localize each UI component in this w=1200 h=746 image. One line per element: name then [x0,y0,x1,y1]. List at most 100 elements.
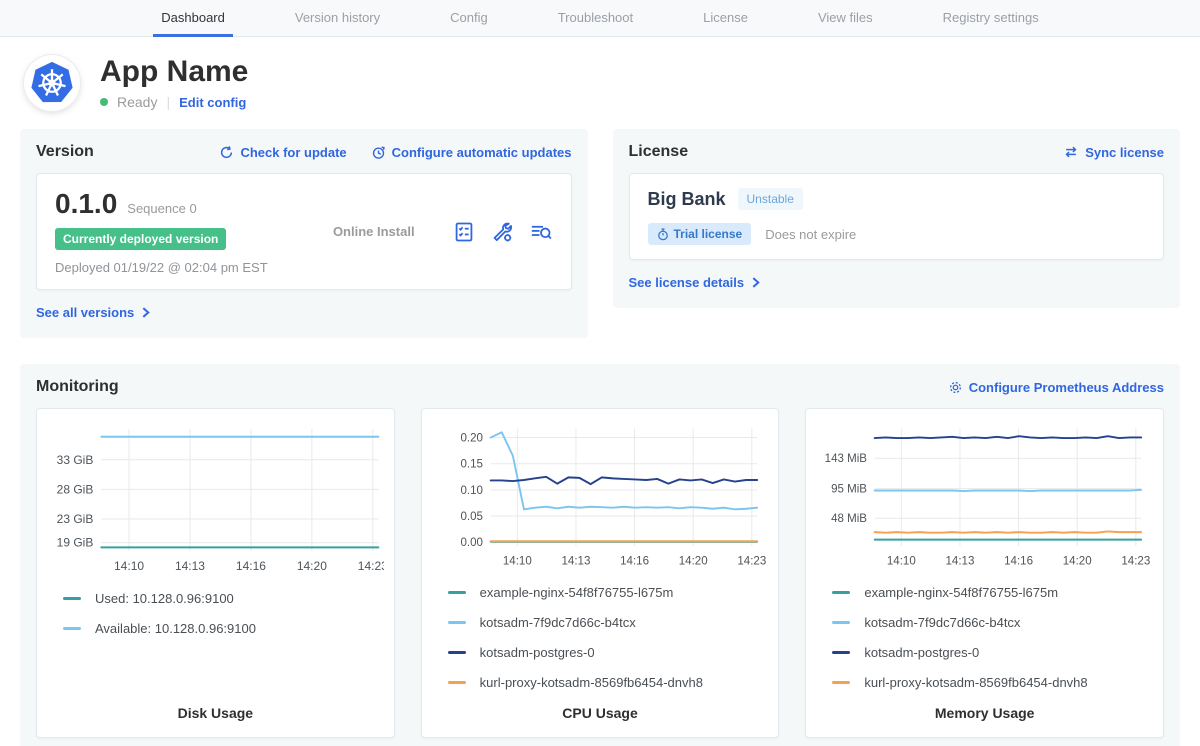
license-card: Big Bank Unstable Trial license Does not… [629,173,1165,260]
legend-item-kurl-proxy-kotsadm-8569fb6454-dnvh8: kurl-proxy-kotsadm-8569fb6454-dnvh8 [832,675,1153,690]
svg-text:14:23: 14:23 [737,555,766,567]
cpu-usage-chart: 14:1014:1314:1614:2014:230.200.150.100.0… [432,419,769,571]
sync-arrows-icon [1063,145,1079,159]
install-type-label: Online Install [295,224,453,239]
memory-usage-legend: example-nginx-54f8f76755-l675mkotsadm-7f… [816,585,1153,705]
edit-config-link[interactable]: Edit config [179,95,246,110]
page-title: App Name [100,56,248,88]
version-number: 0.1.0 [55,188,117,220]
memory-usage-chart-card: 14:10 14:13 14:16 14:20 14:23 143 MiB 95 MiB 48… [805,408,1164,738]
svg-text:14:23: 14:23 [358,559,384,573]
chart-title: Disk Usage [47,705,384,721]
current-version-card: 0.1.0 Sequence 0 Currently deployed vers… [36,173,572,290]
license-panel-title: License [629,143,689,161]
legend-item-available-10-128-0-96-9100: Available: 10.128.0.96:9100 [63,621,384,636]
check-for-update-link[interactable]: Check for update [219,145,346,160]
memory-usage-chart: 14:10 14:13 14:16 14:20 14:23 143 MiB 95 MiB 48… [816,419,1153,571]
chevron-right-icon [140,307,151,318]
legend-item-kurl-proxy-kotsadm-8569fb6454-dnvh8: kurl-proxy-kotsadm-8569fb6454-dnvh8 [448,675,769,690]
disk-usage-legend: Used: 10.128.0.96:9100 Available: 10.128.… [47,591,384,651]
stopwatch-icon [657,228,669,241]
tab-version-history[interactable]: Version history [287,0,388,37]
see-all-versions-link[interactable]: See all versions [36,305,151,320]
refresh-icon [219,145,234,160]
see-license-details-link[interactable]: See license details [629,275,762,290]
version-panel-title: Version [36,143,94,161]
tab-config[interactable]: Config [442,0,496,37]
legend-item-kotsadm-postgres-0: kotsadm-postgres-0 [832,645,1153,660]
svg-text:143 MiB: 143 MiB [825,453,868,465]
svg-text:33 GiB: 33 GiB [57,453,94,467]
legend-dash [63,627,81,630]
legend-dash [448,621,466,624]
legend-item-used-10-128-0-96-9100: Used: 10.128.0.96:9100 [63,591,384,606]
license-expiry: Does not expire [765,227,856,242]
tab-registry-settings[interactable]: Registry settings [935,0,1047,37]
svg-text:14:23: 14:23 [1122,555,1151,567]
disk-usage-chart-card: 14:10 14:13 14:16 14:20 14:23 33 GiB 28 GiB 23 … [36,408,395,738]
legend-dash [832,621,850,624]
monitoring-panel: Monitoring Configure Prometheus Address … [20,364,1180,746]
chart-title: CPU Usage [432,705,769,721]
svg-text:14:13: 14:13 [561,555,590,567]
version-sequence: Sequence 0 [127,201,196,216]
legend-item-kotsadm-postgres-0: kotsadm-postgres-0 [448,645,769,660]
customer-name: Big Bank [648,189,726,210]
license-panel: License Sync license Big Bank Unstable [613,129,1181,308]
legend-dash [832,651,850,654]
channel-badge: Unstable [738,188,803,210]
version-panel: Version Check for update Configure au [20,129,588,338]
tab-view-files[interactable]: View files [810,0,881,37]
chart-title: Memory Usage [816,705,1153,721]
tab-dashboard[interactable]: Dashboard [153,0,233,37]
svg-text:14:10: 14:10 [503,555,532,567]
svg-text:14:16: 14:16 [620,555,649,567]
sync-license-link[interactable]: Sync license [1063,145,1164,160]
gear-icon [948,380,963,395]
legend-dash [448,591,466,594]
disk-usage-chart: 14:10 14:13 14:16 14:20 14:23 33 GiB 28 GiB 23 … [47,419,384,577]
monitoring-title: Monitoring [36,378,119,396]
deployed-badge: Currently deployed version [55,228,226,250]
svg-text:48 MiB: 48 MiB [831,513,867,525]
legend-item-example-nginx-54f8f76755-l675m: example-nginx-54f8f76755-l675m [832,585,1153,600]
status-text: Ready [117,94,157,110]
legend-dash [832,681,850,684]
app-logo [24,55,80,111]
svg-text:0.05: 0.05 [460,511,482,523]
app-header: App Name Ready | Edit config [0,37,1200,115]
tab-license[interactable]: License [695,0,756,37]
svg-text:14:16: 14:16 [1004,555,1033,567]
svg-text:14:20: 14:20 [1063,555,1092,567]
svg-text:14:13: 14:13 [946,555,975,567]
preflight-checks-icon[interactable] [453,221,475,243]
svg-text:14:10: 14:10 [887,555,916,567]
legend-item-kotsadm-7f9dc7d66c-b4tcx: kotsadm-7f9dc7d66c-b4tcx [448,615,769,630]
svg-text:28 GiB: 28 GiB [57,482,94,496]
view-logs-icon[interactable] [529,221,553,243]
svg-text:14:20: 14:20 [297,559,327,573]
legend-dash [448,651,466,654]
legend-dash [832,591,850,594]
legend-dash [448,681,466,684]
status-dot [100,98,108,106]
svg-text:14:13: 14:13 [175,559,205,573]
configure-automatic-updates-link[interactable]: Configure automatic updates [371,145,572,160]
tab-troubleshoot[interactable]: Troubleshoot [550,0,641,37]
svg-text:0.15: 0.15 [460,459,482,471]
deployed-timestamp: Deployed 01/19/22 @ 02:04 pm EST [55,260,295,275]
kubernetes-icon [29,60,75,106]
chevron-right-icon [750,277,761,288]
edit-config-wrench-icon[interactable] [491,221,513,243]
svg-text:14:20: 14:20 [678,555,707,567]
svg-text:95 MiB: 95 MiB [831,483,867,495]
svg-text:14:10: 14:10 [114,559,144,573]
svg-text:19 GiB: 19 GiB [57,536,94,550]
trial-license-badge: Trial license [648,223,752,245]
cpu-usage-legend: example-nginx-54f8f76755-l675mkotsadm-7f… [432,585,769,705]
configure-prometheus-link[interactable]: Configure Prometheus Address [948,380,1164,395]
svg-text:23 GiB: 23 GiB [57,512,94,526]
divider: | [166,94,170,110]
cpu-usage-chart-card: 14:1014:1314:1614:2014:230.200.150.100.0… [421,408,780,738]
svg-text:14:16: 14:16 [236,559,266,573]
